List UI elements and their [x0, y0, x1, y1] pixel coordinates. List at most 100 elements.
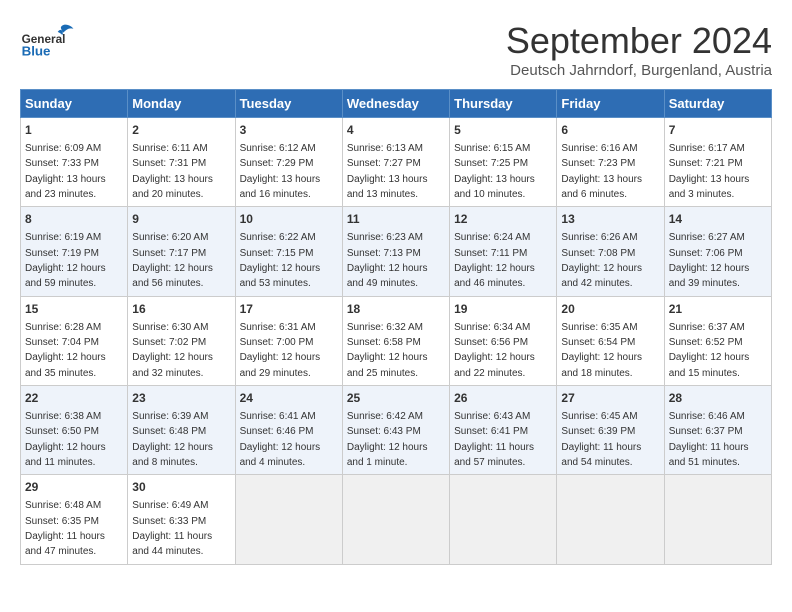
calendar-cell: 26 Sunrise: 6:43 AMSunset: 6:41 PMDaylig… — [450, 386, 557, 475]
calendar-cell: 25 Sunrise: 6:42 AMSunset: 6:43 PMDaylig… — [342, 386, 449, 475]
day-number: 12 — [454, 211, 552, 228]
day-info: Sunrise: 6:41 AMSunset: 6:46 PMDaylight:… — [240, 411, 321, 468]
main-title: September 2024 — [506, 20, 772, 62]
day-number: 23 — [132, 390, 230, 407]
weekday-header: Saturday — [664, 90, 771, 118]
logo: General Blue — [20, 20, 75, 65]
day-info: Sunrise: 6:17 AMSunset: 7:21 PMDaylight:… — [669, 143, 750, 200]
day-info: Sunrise: 6:13 AMSunset: 7:27 PMDaylight:… — [347, 143, 428, 200]
day-number: 27 — [561, 390, 659, 407]
calendar-cell — [235, 475, 342, 564]
calendar-cell — [557, 475, 664, 564]
day-number: 26 — [454, 390, 552, 407]
day-info: Sunrise: 6:28 AMSunset: 7:04 PMDaylight:… — [25, 322, 106, 379]
day-info: Sunrise: 6:49 AMSunset: 6:33 PMDaylight:… — [132, 500, 212, 557]
title-block: September 2024 Deutsch Jahrndorf, Burgen… — [506, 20, 772, 79]
calendar-cell — [450, 475, 557, 564]
day-info: Sunrise: 6:30 AMSunset: 7:02 PMDaylight:… — [132, 322, 213, 379]
calendar-cell: 13 Sunrise: 6:26 AMSunset: 7:08 PMDaylig… — [557, 207, 664, 296]
calendar-cell: 16 Sunrise: 6:30 AMSunset: 7:02 PMDaylig… — [128, 296, 235, 385]
calendar-cell: 6 Sunrise: 6:16 AMSunset: 7:23 PMDayligh… — [557, 118, 664, 207]
day-number: 25 — [347, 390, 445, 407]
day-info: Sunrise: 6:19 AMSunset: 7:19 PMDaylight:… — [25, 232, 106, 289]
page-header: General Blue September 2024 Deutsch Jahr… — [20, 20, 772, 79]
svg-text:Blue: Blue — [22, 43, 51, 58]
calendar-cell: 20 Sunrise: 6:35 AMSunset: 6:54 PMDaylig… — [557, 296, 664, 385]
day-number: 2 — [132, 122, 230, 139]
day-info: Sunrise: 6:31 AMSunset: 7:00 PMDaylight:… — [240, 322, 321, 379]
calendar-cell: 5 Sunrise: 6:15 AMSunset: 7:25 PMDayligh… — [450, 118, 557, 207]
day-number: 6 — [561, 122, 659, 139]
day-number: 19 — [454, 301, 552, 318]
calendar-cell — [664, 475, 771, 564]
calendar-week-row: 15 Sunrise: 6:28 AMSunset: 7:04 PMDaylig… — [21, 296, 772, 385]
calendar-cell: 14 Sunrise: 6:27 AMSunset: 7:06 PMDaylig… — [664, 207, 771, 296]
weekday-header: Tuesday — [235, 90, 342, 118]
day-info: Sunrise: 6:43 AMSunset: 6:41 PMDaylight:… — [454, 411, 534, 468]
calendar-cell: 24 Sunrise: 6:41 AMSunset: 6:46 PMDaylig… — [235, 386, 342, 475]
calendar-cell: 19 Sunrise: 6:34 AMSunset: 6:56 PMDaylig… — [450, 296, 557, 385]
weekday-header: Monday — [128, 90, 235, 118]
day-number: 22 — [25, 390, 123, 407]
day-info: Sunrise: 6:20 AMSunset: 7:17 PMDaylight:… — [132, 232, 213, 289]
day-info: Sunrise: 6:48 AMSunset: 6:35 PMDaylight:… — [25, 500, 105, 557]
calendar-week-row: 1 Sunrise: 6:09 AMSunset: 7:33 PMDayligh… — [21, 118, 772, 207]
day-info: Sunrise: 6:15 AMSunset: 7:25 PMDaylight:… — [454, 143, 535, 200]
calendar-cell: 21 Sunrise: 6:37 AMSunset: 6:52 PMDaylig… — [664, 296, 771, 385]
day-info: Sunrise: 6:09 AMSunset: 7:33 PMDaylight:… — [25, 143, 106, 200]
weekday-header: Friday — [557, 90, 664, 118]
calendar-cell: 7 Sunrise: 6:17 AMSunset: 7:21 PMDayligh… — [664, 118, 771, 207]
day-info: Sunrise: 6:12 AMSunset: 7:29 PMDaylight:… — [240, 143, 321, 200]
day-info: Sunrise: 6:38 AMSunset: 6:50 PMDaylight:… — [25, 411, 106, 468]
day-number: 24 — [240, 390, 338, 407]
calendar-cell: 30 Sunrise: 6:49 AMSunset: 6:33 PMDaylig… — [128, 475, 235, 564]
day-info: Sunrise: 6:39 AMSunset: 6:48 PMDaylight:… — [132, 411, 213, 468]
calendar-week-row: 29 Sunrise: 6:48 AMSunset: 6:35 PMDaylig… — [21, 475, 772, 564]
day-info: Sunrise: 6:27 AMSunset: 7:06 PMDaylight:… — [669, 232, 750, 289]
day-info: Sunrise: 6:35 AMSunset: 6:54 PMDaylight:… — [561, 322, 642, 379]
day-info: Sunrise: 6:42 AMSunset: 6:43 PMDaylight:… — [347, 411, 428, 468]
calendar-cell: 17 Sunrise: 6:31 AMSunset: 7:00 PMDaylig… — [235, 296, 342, 385]
day-number: 21 — [669, 301, 767, 318]
calendar-cell: 15 Sunrise: 6:28 AMSunset: 7:04 PMDaylig… — [21, 296, 128, 385]
day-info: Sunrise: 6:45 AMSunset: 6:39 PMDaylight:… — [561, 411, 641, 468]
calendar-cell: 3 Sunrise: 6:12 AMSunset: 7:29 PMDayligh… — [235, 118, 342, 207]
day-number: 4 — [347, 122, 445, 139]
day-number: 18 — [347, 301, 445, 318]
day-number: 29 — [25, 479, 123, 496]
day-info: Sunrise: 6:37 AMSunset: 6:52 PMDaylight:… — [669, 322, 750, 379]
day-number: 11 — [347, 211, 445, 228]
calendar-cell: 8 Sunrise: 6:19 AMSunset: 7:19 PMDayligh… — [21, 207, 128, 296]
weekday-header: Sunday — [21, 90, 128, 118]
calendar-cell: 9 Sunrise: 6:20 AMSunset: 7:17 PMDayligh… — [128, 207, 235, 296]
day-number: 15 — [25, 301, 123, 318]
calendar-table: SundayMondayTuesdayWednesdayThursdayFrid… — [20, 89, 772, 565]
day-info: Sunrise: 6:24 AMSunset: 7:11 PMDaylight:… — [454, 232, 535, 289]
day-info: Sunrise: 6:23 AMSunset: 7:13 PMDaylight:… — [347, 232, 428, 289]
day-number: 17 — [240, 301, 338, 318]
calendar-cell: 11 Sunrise: 6:23 AMSunset: 7:13 PMDaylig… — [342, 207, 449, 296]
calendar-cell: 22 Sunrise: 6:38 AMSunset: 6:50 PMDaylig… — [21, 386, 128, 475]
calendar-cell: 10 Sunrise: 6:22 AMSunset: 7:15 PMDaylig… — [235, 207, 342, 296]
day-number: 1 — [25, 122, 123, 139]
day-number: 3 — [240, 122, 338, 139]
logo-icon: General Blue — [20, 20, 75, 65]
day-number: 20 — [561, 301, 659, 318]
calendar-cell: 1 Sunrise: 6:09 AMSunset: 7:33 PMDayligh… — [21, 118, 128, 207]
subtitle: Deutsch Jahrndorf, Burgenland, Austria — [506, 62, 772, 79]
day-info: Sunrise: 6:32 AMSunset: 6:58 PMDaylight:… — [347, 322, 428, 379]
calendar-cell: 2 Sunrise: 6:11 AMSunset: 7:31 PMDayligh… — [128, 118, 235, 207]
calendar-cell: 18 Sunrise: 6:32 AMSunset: 6:58 PMDaylig… — [342, 296, 449, 385]
day-number: 16 — [132, 301, 230, 318]
weekday-header: Thursday — [450, 90, 557, 118]
calendar-header-row: SundayMondayTuesdayWednesdayThursdayFrid… — [21, 90, 772, 118]
day-number: 30 — [132, 479, 230, 496]
calendar-week-row: 8 Sunrise: 6:19 AMSunset: 7:19 PMDayligh… — [21, 207, 772, 296]
weekday-header: Wednesday — [342, 90, 449, 118]
calendar-cell: 23 Sunrise: 6:39 AMSunset: 6:48 PMDaylig… — [128, 386, 235, 475]
day-number: 10 — [240, 211, 338, 228]
calendar-cell — [342, 475, 449, 564]
day-number: 7 — [669, 122, 767, 139]
day-info: Sunrise: 6:22 AMSunset: 7:15 PMDaylight:… — [240, 232, 321, 289]
day-number: 8 — [25, 211, 123, 228]
